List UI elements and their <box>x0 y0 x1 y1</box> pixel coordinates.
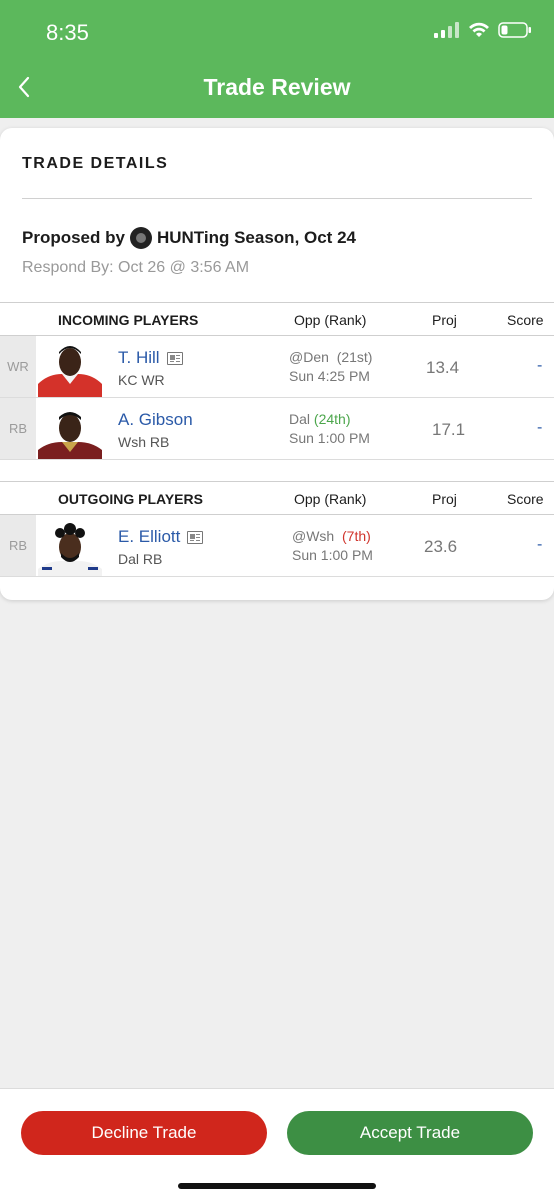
proposed-by-line: Proposed by HUNTing Season, Oct 24 <box>22 227 356 249</box>
opponent: @Den <box>289 349 329 365</box>
game-time: Sun 1:00 PM <box>292 547 373 563</box>
player-name[interactable]: E. Elliott <box>118 527 204 547</box>
wifi-icon <box>469 22 489 37</box>
home-indicator[interactable] <box>178 1183 376 1189</box>
proposed-by-label: Proposed by <box>22 228 125 247</box>
player-name-text[interactable]: T. Hill <box>118 348 160 368</box>
opponent-rank: Dal (24th) <box>289 411 350 427</box>
opp-rank-column-header: Opp (Rank) <box>294 312 367 328</box>
news-icon[interactable] <box>187 530 204 544</box>
player-headshot[interactable] <box>38 344 102 397</box>
team-logo-icon <box>129 227 152 249</box>
score-value: - <box>537 357 543 374</box>
game-time: Sun 4:25 PM <box>289 368 370 384</box>
score-value: - <box>537 419 543 436</box>
action-bar: Decline Trade Accept Trade <box>0 1088 554 1200</box>
player-name[interactable]: A. Gibson <box>118 410 193 430</box>
player-name-text[interactable]: E. Elliott <box>118 527 180 547</box>
player-team-position: KC WR <box>118 372 165 388</box>
cellular-signal-icon <box>434 22 459 38</box>
status-icons <box>434 22 532 38</box>
game-time: Sun 1:00 PM <box>289 430 370 446</box>
player-name-text[interactable]: A. Gibson <box>118 410 193 430</box>
projected-points: 23.6 <box>424 537 458 556</box>
page-title: Trade Review <box>203 74 351 100</box>
opponent: @Wsh <box>292 528 335 544</box>
app-header: 8:35 Trade Review <box>0 0 554 118</box>
projected-points: 17.1 <box>432 420 466 439</box>
score-column-header: Score <box>507 312 544 328</box>
trade-card: TRADE DETAILS Proposed by HUNTing Season… <box>0 128 554 600</box>
outgoing-title: OUTGOING PLAYERS <box>58 491 203 507</box>
divider <box>22 198 532 199</box>
opponent-rank-value: (21st) <box>336 349 373 365</box>
decline-trade-button[interactable]: Decline Trade <box>21 1111 267 1155</box>
player-row-a-gibson[interactable]: RB A. Gibson Wsh RB Dal (24th) Sun 1:00 … <box>0 398 554 460</box>
player-headshot[interactable] <box>38 406 102 459</box>
opponent-rank-value: (7th) <box>342 528 371 544</box>
battery-icon <box>498 22 531 38</box>
opponent-rank: @Wsh (7th) <box>292 528 371 544</box>
player-team-position: Dal RB <box>118 551 163 567</box>
score-value: - <box>537 536 543 553</box>
respond-by-text: Respond By: Oct 26 @ 3:56 AM <box>22 259 250 276</box>
opponent-rank-value: (24th) <box>313 411 351 427</box>
opponent-rank: @Den (21st) <box>289 349 372 365</box>
incoming-title: INCOMING PLAYERS <box>58 312 199 328</box>
news-icon[interactable] <box>166 351 183 365</box>
opponent: Dal <box>289 411 311 427</box>
position-slot: RB <box>0 398 36 459</box>
player-headshot[interactable] <box>38 523 102 576</box>
trade-details-heading: TRADE DETAILS <box>22 155 169 172</box>
incoming-players-header: INCOMING PLAYERS Opp (Rank) Proj Score <box>0 302 554 336</box>
position-slot: RB <box>0 515 36 576</box>
projected-points: 13.4 <box>426 358 460 377</box>
proj-column-header: Proj <box>432 312 457 328</box>
player-row-e-elliott[interactable]: RB E. Elliott Dal RB @Wsh (7th) Sun 1:00… <box>0 515 554 577</box>
score-column-header: Score <box>507 491 544 507</box>
player-name[interactable]: T. Hill <box>118 348 183 368</box>
player-row-t-hill[interactable]: WR T. Hill KC WR @Den (21st) Sun 4:25 PM… <box>0 336 554 398</box>
proj-column-header: Proj <box>432 491 457 507</box>
opp-rank-column-header: Opp (Rank) <box>294 491 367 507</box>
accept-trade-button[interactable]: Accept Trade <box>287 1111 533 1155</box>
proposing-team: HUNTing Season, Oct 24 <box>156 228 356 247</box>
player-team-position: Wsh RB <box>118 434 170 450</box>
status-time: 8:35 <box>46 20 89 45</box>
position-slot: WR <box>0 336 36 397</box>
outgoing-players-header: OUTGOING PLAYERS Opp (Rank) Proj Score <box>0 481 554 515</box>
